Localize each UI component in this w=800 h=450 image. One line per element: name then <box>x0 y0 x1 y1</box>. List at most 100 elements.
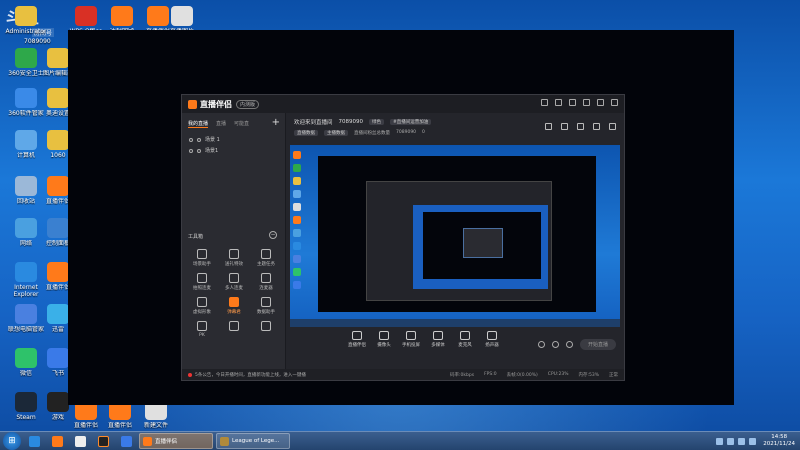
timer-icon[interactable] <box>551 341 559 348</box>
rank-icon[interactable] <box>577 123 584 130</box>
tool-item[interactable]: 主题任务 <box>250 249 282 267</box>
tool-label: 弹幕君 <box>227 310 241 315</box>
game-icon <box>97 435 109 447</box>
gift-icon[interactable] <box>561 123 568 130</box>
volume-icon[interactable] <box>749 437 757 445</box>
app-icon <box>15 176 37 196</box>
task-league[interactable]: League of Lege... <box>216 433 290 449</box>
skin-icon[interactable] <box>569 99 576 106</box>
maximize-icon[interactable] <box>597 99 604 106</box>
feishu-icon <box>120 435 132 447</box>
toolbox-title: 工具箱 <box>188 234 204 240</box>
app-icon <box>47 130 69 150</box>
taskbar-orange-app[interactable] <box>47 433 67 449</box>
bell-icon[interactable] <box>593 123 600 130</box>
taskbar-ie[interactable] <box>24 433 44 449</box>
tool-icon <box>197 297 207 307</box>
task-live-companion[interactable]: 直播伴侣 <box>139 433 213 449</box>
app-icon <box>15 392 37 412</box>
taskbar-file[interactable] <box>70 433 90 449</box>
app-icon <box>47 176 69 196</box>
tab-my-live[interactable]: 我的直播 <box>188 120 209 128</box>
tool-item[interactable]: 场景助手 <box>186 249 218 267</box>
tag-pill[interactable]: 绿色 <box>369 119 385 125</box>
tool-item[interactable]: 送礼特效 <box>218 249 250 267</box>
tab-live[interactable]: 直播 <box>216 120 226 128</box>
minimize-icon[interactable] <box>583 99 590 106</box>
scene-item[interactable]: 场景1 <box>182 145 285 156</box>
fans-value: 7089090 <box>396 130 417 135</box>
tool-icon <box>261 297 271 307</box>
settings-icon[interactable] <box>541 99 548 106</box>
record-icon[interactable] <box>537 341 545 348</box>
source-bar: 直播伴侣 摄像头 手机投屏 多媒体 麦克风 扬声器 开始直播 <box>286 331 624 359</box>
tray-icon[interactable] <box>727 437 735 445</box>
source-mic[interactable]: 麦克风 <box>454 331 476 359</box>
lock-icon[interactable] <box>197 148 201 153</box>
fans-label: 直播间粉丝总数量 <box>354 131 390 136</box>
tray-icon[interactable] <box>716 437 724 445</box>
live-preview[interactable] <box>290 145 620 327</box>
desktop-icon[interactable]: Administrator <box>4 6 48 35</box>
app-icon <box>15 348 37 368</box>
app-icon <box>47 88 69 108</box>
scene-item[interactable]: 场景 1 <box>182 134 285 145</box>
tool-icon <box>229 321 239 331</box>
start-button[interactable]: ⊞ <box>3 432 21 450</box>
app-icon <box>171 6 193 26</box>
scene-label: 场景 1 <box>205 137 220 143</box>
likes-value: 0 <box>422 130 425 135</box>
tool-item[interactable] <box>250 321 282 338</box>
share-icon[interactable] <box>609 123 616 130</box>
lock-icon[interactable] <box>197 137 201 142</box>
collapse-icon[interactable]: − <box>269 231 277 239</box>
tool-item[interactable]: 多人连麦 <box>218 273 250 291</box>
tool-label: 主题任务 <box>257 262 275 267</box>
stat-dropped: 丢帧:0(0.00%) <box>506 373 538 378</box>
stat-fps: FPS:0 <box>484 372 497 377</box>
tool-item[interactable] <box>218 321 250 338</box>
source-label: 多媒体 <box>431 343 445 348</box>
start-live-button[interactable]: 开始直播 <box>579 339 616 350</box>
clock[interactable]: 14:58 2021/11/24 <box>763 434 795 448</box>
app-logo-icon <box>188 99 197 109</box>
welcome-text: 欢迎来到直播间 <box>294 120 333 126</box>
eye-icon[interactable] <box>189 148 193 153</box>
status-notice[interactable]: 5条公告，今日开播时间，直播新功能上线，进入一键播 <box>195 372 306 378</box>
tool-label: 场景助手 <box>193 262 211 267</box>
network-icon[interactable] <box>738 437 746 445</box>
left-panel: 我的直播 直播 可能直 + 场景 1 场景1 工具箱 − 场景助手 送礼特效 主题任… <box>182 113 286 369</box>
live-data-pill[interactable]: 直播数据 <box>294 130 318 136</box>
source-live-companion[interactable]: 直播伴侣 <box>346 331 368 359</box>
add-scene-icon[interactable]: + <box>272 117 280 128</box>
tool-item[interactable]: 虚拟形象 <box>186 297 218 315</box>
source-media[interactable]: 多媒体 <box>427 331 449 359</box>
app-icon <box>75 6 97 26</box>
message-icon[interactable] <box>555 99 562 106</box>
close-icon[interactable] <box>611 99 618 106</box>
source-phone[interactable]: 手机投屏 <box>400 331 422 359</box>
grid-icon[interactable] <box>545 123 552 130</box>
anchor-data-pill[interactable]: 主播数据 <box>324 130 348 136</box>
preview-nested-capture <box>423 212 541 279</box>
tab-other[interactable]: 可能直 <box>234 120 249 128</box>
taskbar-g-app[interactable] <box>93 433 113 449</box>
live-controls: 开始直播 <box>537 339 616 350</box>
eye-icon[interactable] <box>189 137 193 142</box>
phone-icon <box>406 331 416 340</box>
settings-icon[interactable] <box>565 341 573 348</box>
tool-item[interactable]: PK <box>186 321 218 338</box>
tool-item[interactable]: 连麦器 <box>250 273 282 291</box>
scene-label: 场景1 <box>205 148 219 154</box>
system-tray: 14:58 2021/11/24 <box>716 434 795 448</box>
source-speaker[interactable]: 扬声器 <box>481 331 503 359</box>
source-camera[interactable]: 摄像头 <box>373 331 395 359</box>
taskbar-feishu[interactable] <box>116 433 136 449</box>
tool-item[interactable]: 拍照连麦 <box>186 273 218 291</box>
tool-label: PK <box>199 333 205 338</box>
app-icon <box>47 218 69 238</box>
notice-pill[interactable]: #直播间运营加油 <box>390 119 432 125</box>
scene-tabs: 我的直播 直播 可能直 <box>182 113 285 128</box>
tool-item[interactable]: 数据助手 <box>250 297 282 315</box>
tool-item[interactable]: 弹幕君 <box>218 297 250 315</box>
